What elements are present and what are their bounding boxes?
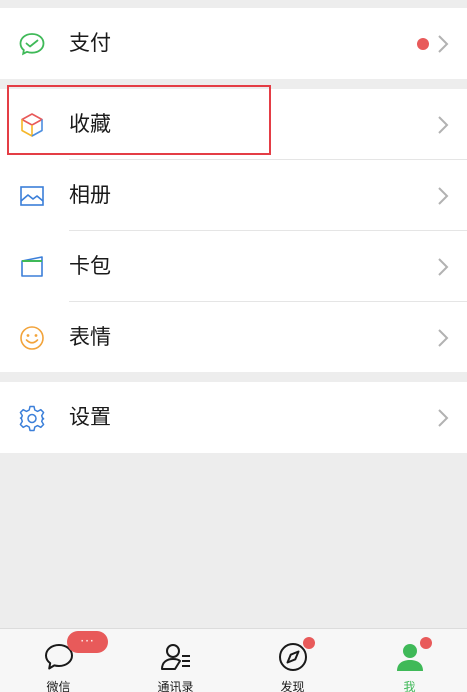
cube-icon: [21, 113, 43, 137]
tab-contacts[interactable]: 通讯录: [117, 629, 234, 692]
menu-label-pay: 支付: [69, 31, 111, 55]
menu-label-settings: 设置: [69, 405, 111, 429]
menu-item-settings[interactable]: 设置: [0, 382, 467, 453]
contacts-icon: [160, 644, 190, 670]
discover-notification-dot: [303, 637, 315, 649]
pay-group: 支付: [0, 8, 467, 79]
tab-discover[interactable]: 发现: [234, 629, 351, 692]
menu-item-stickers[interactable]: 表情: [0, 302, 467, 373]
menu-label-stickers: 表情: [69, 325, 111, 349]
pay-notification-dot: [417, 38, 429, 50]
settings-group: 设置: [0, 382, 467, 453]
smiley-icon: [20, 326, 44, 350]
chevron-right-icon: [438, 329, 449, 347]
tab-label-me: 我: [403, 680, 416, 692]
menu-item-favorites[interactable]: 收藏: [0, 89, 467, 160]
gear-icon: [19, 405, 45, 432]
chevron-right-icon: [438, 409, 449, 427]
tab-me[interactable]: 我: [351, 629, 467, 692]
tab-label-contacts: 通讯录: [157, 680, 194, 692]
menu-label-favorites: 收藏: [69, 112, 111, 136]
tab-label-discover: 发现: [280, 680, 305, 692]
wechat-pay-icon: [19, 33, 45, 56]
menu-item-cards[interactable]: 卡包: [0, 231, 467, 302]
chevron-right-icon: [438, 187, 449, 205]
bottom-tab-bar: 微信 ··· 通讯录 发现 我: [0, 628, 467, 692]
chats-unread-badge: ···: [67, 631, 108, 653]
menu-item-pay[interactable]: 支付: [0, 8, 467, 79]
menu-label-album: 相册: [69, 183, 111, 207]
chevron-right-icon: [438, 116, 449, 134]
features-group: 收藏 相册 卡包 表情: [0, 89, 467, 372]
tab-label-chats: 微信: [46, 680, 71, 692]
chevron-right-icon: [438, 258, 449, 276]
image-icon: [20, 186, 44, 206]
menu-label-cards: 卡包: [69, 254, 111, 278]
wallet-card-icon: [21, 256, 43, 277]
me-notification-dot: [420, 637, 432, 649]
chevron-right-icon: [438, 35, 449, 53]
menu-item-album[interactable]: 相册: [0, 160, 467, 231]
